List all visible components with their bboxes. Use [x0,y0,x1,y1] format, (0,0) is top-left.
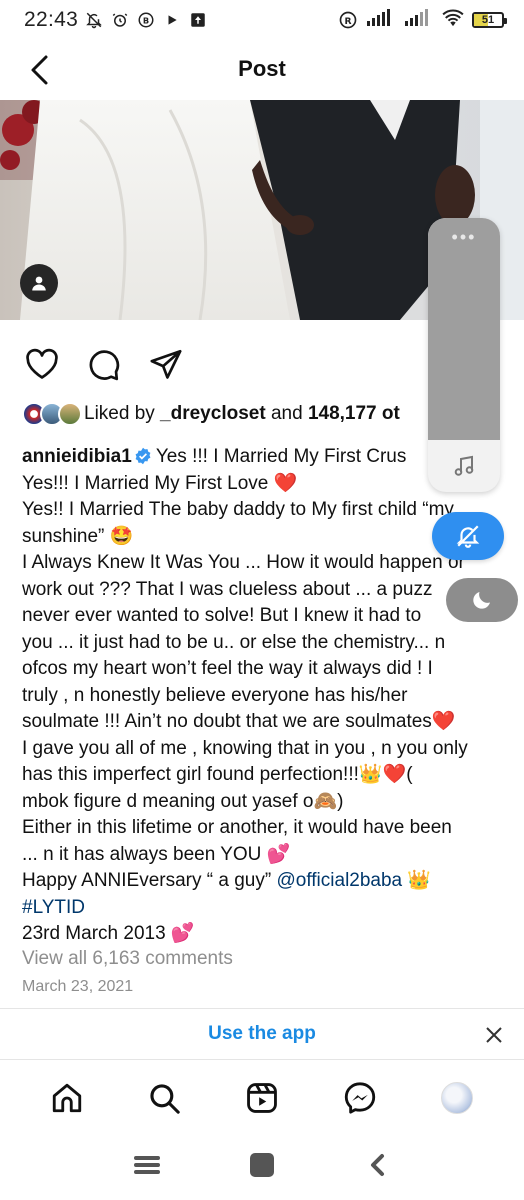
liker-avatars [22,402,82,426]
chevron-left-icon [31,55,48,85]
user-icon [32,276,46,291]
signal-icon-2 [404,8,434,32]
floating-volume-panel: ••• [428,218,500,492]
search-icon [150,1084,181,1114]
wifi-icon [442,9,464,32]
caption-date-line: 23rd March 2013 💕 [22,923,195,944]
caption-line: you ... it just had to be u.. or else th… [22,631,446,653]
signal-icon [366,8,396,32]
likes-count[interactable]: 148,177 ot [308,403,400,425]
square-icon [249,1153,274,1177]
nav-messenger[interactable] [338,1076,382,1120]
caption-happy-suffix: 👑 [402,870,432,891]
bell-off-icon [84,10,104,30]
reels-icon [247,1083,277,1113]
music-note-icon [454,455,474,476]
page-title: Post [238,56,286,81]
nav-reels[interactable] [240,1076,284,1120]
post-header: Post [0,44,524,94]
moon-icon [473,592,490,609]
caption-happy-prefix: Happy ANNIEversary “ a guy” [22,870,277,891]
comment-button[interactable] [84,344,124,384]
liked-by-middle: and [265,403,308,424]
nav-profile[interactable] [435,1076,479,1120]
caption-username[interactable]: annieidibia1 [22,446,132,467]
status-time: 22:43 [24,8,79,31]
caption-line: has this imperfect girl found perfection… [22,764,413,785]
caption-happy-line: Happy ANNIEversary “ a guy” @official2ba… [22,868,522,895]
close-banner-button[interactable] [482,1023,506,1047]
more-dots-icon: ••• [451,227,477,247]
caption-line: I gave you all of me , knowing that in y… [22,737,468,759]
dark-mode-button[interactable] [446,578,518,622]
caption-hashtag[interactable]: #LYTID [22,895,522,922]
bell-off-icon [456,525,480,548]
caption-line: soulmate !!! Ain’t no doubt that we are … [22,711,456,732]
bottom-nav [0,1068,524,1128]
liker-avatar [58,402,82,426]
svg-text:R: R [344,16,351,27]
status-right: R 51 [338,8,507,32]
messenger-icon [344,1082,375,1114]
status-bar: 22:43 B R 51 [0,0,524,40]
caption-line: truly , n honestly believe everyone has … [22,684,408,706]
tagged-user-button[interactable] [20,264,58,302]
like-button[interactable] [22,344,62,384]
heart-icon [26,348,58,379]
avatar [441,1082,474,1114]
registered-icon: R [338,10,358,30]
play-icon [162,10,182,30]
verified-badge-icon [135,447,151,465]
music-button[interactable] [428,446,500,486]
caption-mention[interactable]: @official2baba [276,870,402,891]
caption-line: ... n it has always been YOU 💕 [22,843,291,865]
caption-line: Yes !!! I Married My First Crus [155,446,407,467]
post-actions [22,344,186,384]
nav-home[interactable] [45,1076,89,1120]
view-all-comments-link[interactable]: View all 6,163 comments [22,948,233,970]
close-icon [486,1027,502,1043]
b-badge-icon: B [136,10,156,30]
menu-icon [134,1156,161,1174]
share-button[interactable] [146,344,186,384]
mute-toggle-button[interactable] [432,512,504,560]
send-icon [150,349,182,379]
status-left: 22:43 B [24,8,208,32]
upload-icon [188,10,208,30]
svg-text:B: B [143,15,149,25]
caption-line: Either in this lifetime or another, it w… [22,817,452,838]
back-button[interactable] [22,52,58,88]
system-back-button[interactable] [357,1145,397,1185]
use-app-banner: Use the app [0,1008,524,1060]
system-nav [0,1140,524,1190]
recent-apps-button[interactable] [127,1145,167,1185]
liked-by-prefix: Liked by [84,403,161,424]
caption-line: ofcos my heart won’t feel the way it alw… [22,658,433,679]
home-button[interactable] [242,1145,282,1185]
liked-by-user[interactable]: _dreycloset [160,403,266,425]
alarm-icon [110,10,130,30]
home-icon [52,1083,81,1113]
use-app-link[interactable]: Use the app [208,1023,316,1045]
battery-level: 51 [481,14,495,26]
comment-icon [89,350,120,381]
caption-line: mbok figure d meaning out yasef o🙈) [22,790,344,812]
nav-search[interactable] [142,1076,186,1120]
post-date: March 23, 2021 [22,978,134,995]
chevron-left-icon [370,1154,384,1176]
volume-slider[interactable]: ••• [428,218,500,440]
battery-icon: 51 [472,12,507,28]
